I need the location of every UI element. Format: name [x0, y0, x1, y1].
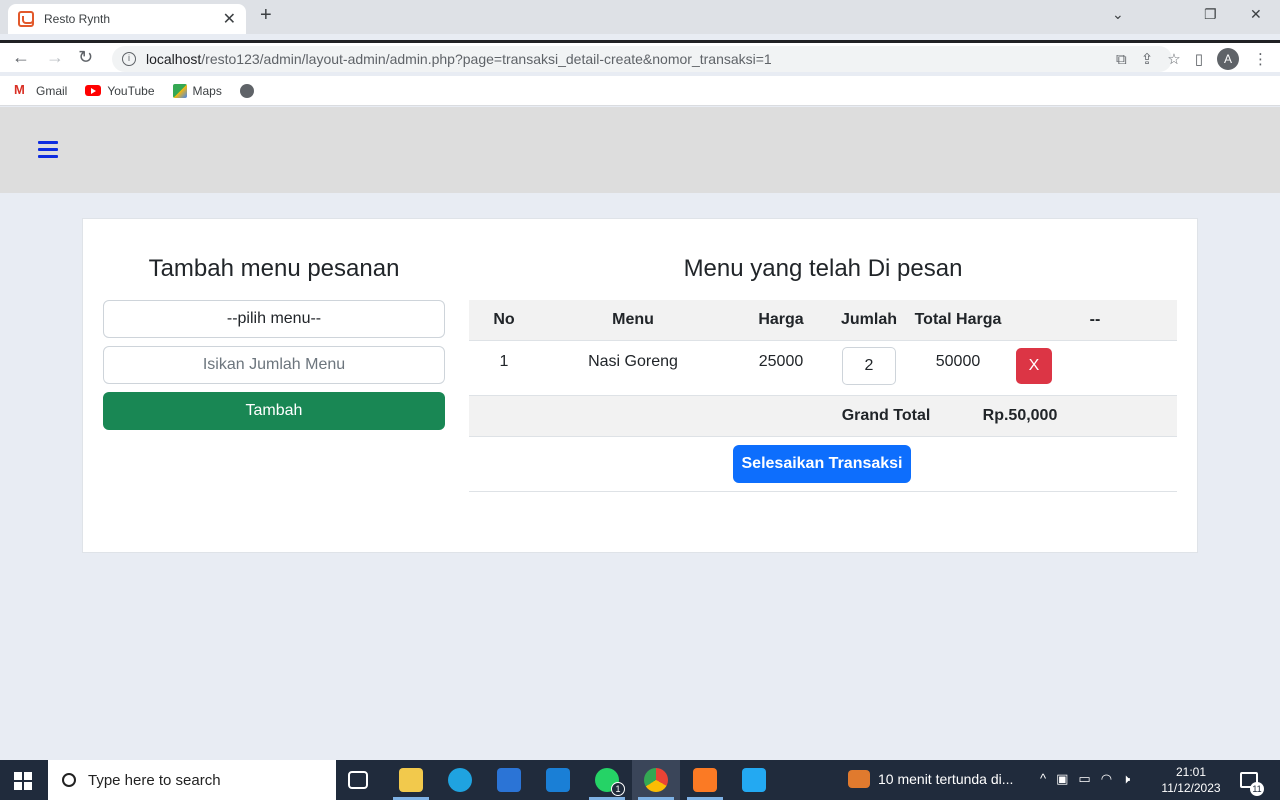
bookmark-globe[interactable] [239, 83, 254, 98]
close-window-icon[interactable]: ✕ [1250, 6, 1262, 23]
bookmark-label: Gmail [36, 83, 68, 98]
back-icon[interactable]: ← [12, 47, 30, 68]
chrome-icon[interactable] [644, 768, 668, 792]
gmail-icon [14, 82, 30, 97]
close-tab-icon[interactable]: ✕ [223, 9, 236, 29]
site-info-icon[interactable]: i [122, 52, 136, 66]
restore-window-icon[interactable]: ❐ [1204, 6, 1217, 23]
menu-kebab-icon[interactable]: ⋮ [1253, 50, 1268, 68]
table-header-row: No Menu Harga Jumlah Total Harga -- [469, 300, 1177, 341]
maps-icon [172, 83, 187, 98]
store-icon[interactable] [497, 768, 521, 792]
xampp-icon[interactable] [693, 768, 717, 792]
reload-icon[interactable]: ↻ [78, 47, 93, 68]
share-icon[interactable]: ⇪ [1141, 50, 1154, 68]
chevron-up-icon[interactable]: ^ [1040, 771, 1046, 787]
wifi-icon[interactable]: ◠ [1101, 771, 1112, 787]
col-header-no: No [493, 311, 515, 328]
order-table: No Menu Harga Jumlah Total Harga -- 1 Na… [469, 300, 1177, 492]
cell-jumlah: 2 [835, 341, 903, 385]
col-header-harga: Harga [758, 311, 804, 328]
app-header [0, 107, 1280, 193]
cell-menu: Nasi Goreng [588, 353, 678, 370]
restaurant-favicon-icon [18, 11, 34, 27]
cell-harga: 25000 [758, 353, 804, 370]
url-path: /resto123/admin/layout-admin/admin.php?p… [201, 51, 772, 67]
bookmark-star-icon[interactable]: ☆ [1167, 50, 1180, 68]
mail-icon[interactable] [546, 768, 570, 792]
bookmark-gmail[interactable]: Gmail [14, 82, 68, 98]
grand-total-row: Grand Total Rp.50,000 [469, 396, 1177, 437]
system-tray: ^ ▣ ▭ ◠ 🕨 [1040, 771, 1130, 787]
delete-row-button[interactable]: X [1016, 348, 1052, 384]
url-field[interactable]: i localhost/resto123/admin/layout-admin/… [112, 46, 1172, 72]
hamburger-menu-icon[interactable] [38, 141, 58, 159]
url-host: localhost [146, 51, 202, 67]
browser-tab-bar: Resto Rynth ✕ + ⌄ ❐ ✕ [0, 0, 1280, 34]
col-header-menu: Menu [612, 311, 654, 328]
file-explorer-icon[interactable] [399, 768, 423, 792]
cell-total: 50000 [935, 353, 981, 370]
add-button[interactable]: Tambah [103, 392, 445, 430]
grand-total-label: Grand Total [841, 407, 931, 424]
bookmark-youtube[interactable]: YouTube [85, 83, 155, 98]
address-bar-row: ← → ↻ i localhost/resto123/admin/layout-… [0, 40, 1280, 72]
camera-icon[interactable]: ▣ [1056, 771, 1068, 787]
taskbar-search-placeholder: Type here to search [88, 771, 221, 789]
bookmark-label: YouTube [107, 83, 155, 98]
side-panel-icon[interactable]: ▯ [1195, 50, 1203, 68]
tab-title: Resto Rynth [44, 12, 111, 26]
finish-transaction-button[interactable]: Selesaikan Transaksi [733, 445, 911, 483]
translate-icon[interactable]: ⧉ [1116, 51, 1127, 68]
forward-icon[interactable]: → [46, 47, 64, 68]
col-header-action: -- [1089, 311, 1101, 328]
search-icon [62, 773, 76, 787]
browser-tab[interactable]: Resto Rynth ✕ [8, 4, 246, 34]
clock-time: 21:01 [1175, 765, 1207, 779]
bookmark-maps[interactable]: Maps [172, 83, 222, 98]
row-quantity-input[interactable]: 2 [842, 347, 896, 385]
table-row: 1 Nasi Goreng 25000 2 50000 X [469, 341, 1177, 396]
add-order-title: Tambah menu pesanan [148, 255, 400, 282]
col-header-jumlah: Jumlah [840, 311, 897, 328]
profile-avatar[interactable]: A [1217, 48, 1239, 70]
edge-icon[interactable] [448, 768, 472, 792]
battery-icon[interactable]: ▭ [1078, 771, 1090, 787]
task-view-icon[interactable] [348, 771, 368, 789]
tab-search-icon[interactable]: ⌄ [1112, 6, 1124, 23]
warning-person-icon [848, 770, 870, 788]
new-tab-icon[interactable]: + [260, 4, 272, 27]
grand-total-value: Rp.50,000 [982, 407, 1058, 424]
menu-select[interactable]: --pilih menu-- [103, 300, 445, 338]
notification-text: 10 menit tertunda di... [878, 771, 1014, 787]
windows-taskbar: Type here to search 1 10 menit tertunda … [0, 760, 1280, 800]
whatsapp-badge: 1 [611, 782, 625, 796]
col-header-total: Total Harga [914, 311, 1002, 328]
cell-action: X [1013, 341, 1177, 384]
cell-no: 1 [499, 353, 509, 370]
vscode-icon[interactable] [742, 768, 766, 792]
youtube-icon [85, 85, 102, 96]
taskbar-search-box[interactable]: Type here to search [48, 760, 336, 800]
action-center-badge: 11 [1250, 782, 1264, 796]
ordered-menu-title: Menu yang telah Di pesan [683, 255, 963, 282]
whatsapp-icon[interactable]: 1 [595, 768, 625, 796]
windows-start-icon[interactable] [14, 772, 32, 790]
finish-row: Selesaikan Transaksi [469, 437, 1177, 492]
taskbar-clock[interactable]: 21:01 11/12/2023 [1156, 764, 1226, 796]
bookmark-label: Maps [192, 83, 222, 98]
taskbar-notification[interactable]: 10 menit tertunda di... [848, 770, 1013, 788]
bookmarks-bar: Gmail YouTube Maps [0, 76, 1280, 106]
clock-date: 11/12/2023 [1161, 781, 1221, 795]
globe-icon [239, 83, 254, 98]
volume-muted-icon[interactable]: 🕨 [1122, 771, 1130, 787]
quantity-input[interactable]: Isikan Jumlah Menu [103, 346, 445, 384]
transaction-card: Tambah menu pesanan --pilih menu-- Isika… [82, 218, 1198, 553]
